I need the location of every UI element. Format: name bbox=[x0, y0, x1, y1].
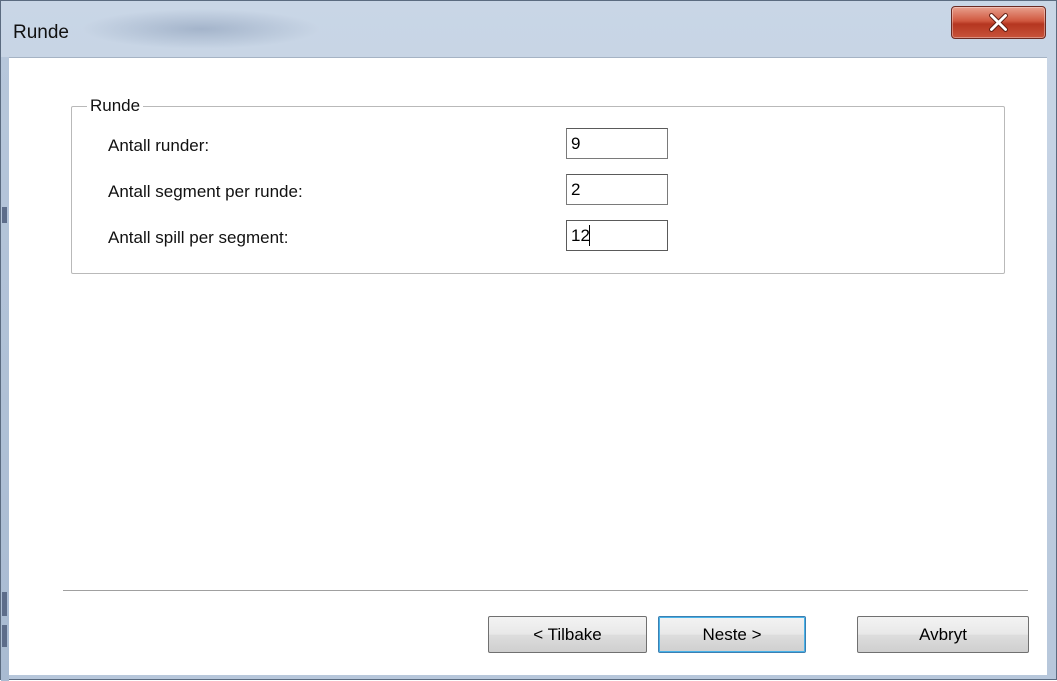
window-left-border bbox=[1, 57, 9, 681]
border-mark bbox=[2, 592, 7, 616]
games-per-segment-label: Antall spill per segment: bbox=[108, 228, 289, 247]
segments-per-round-input[interactable] bbox=[566, 174, 668, 205]
text-caret bbox=[589, 225, 590, 246]
close-x-icon bbox=[989, 13, 1008, 32]
cancel-button[interactable]: Avbryt bbox=[857, 616, 1029, 653]
title-glow bbox=[81, 9, 321, 49]
border-mark bbox=[2, 207, 7, 223]
segments-per-round-label: Antall segment per runde: bbox=[108, 182, 303, 201]
rounds-input[interactable] bbox=[566, 128, 668, 159]
dialog-window: Runde Runde Antall runder: Antall segmen… bbox=[0, 0, 1057, 681]
rounds-label: Antall runder: bbox=[108, 136, 210, 155]
groupbox-title: Runde bbox=[87, 96, 144, 116]
next-button[interactable]: Neste > bbox=[658, 616, 806, 653]
button-separator bbox=[63, 590, 1028, 592]
close-button[interactable] bbox=[951, 6, 1046, 39]
back-button[interactable]: < Tilbake bbox=[488, 616, 647, 653]
window-title: Runde bbox=[13, 22, 69, 43]
border-mark bbox=[2, 625, 7, 647]
title-bar[interactable]: Runde bbox=[1, 1, 1056, 57]
dialog-client-area: Runde Antall runder: Antall segment per … bbox=[9, 57, 1047, 675]
games-per-segment-input[interactable] bbox=[566, 220, 668, 251]
